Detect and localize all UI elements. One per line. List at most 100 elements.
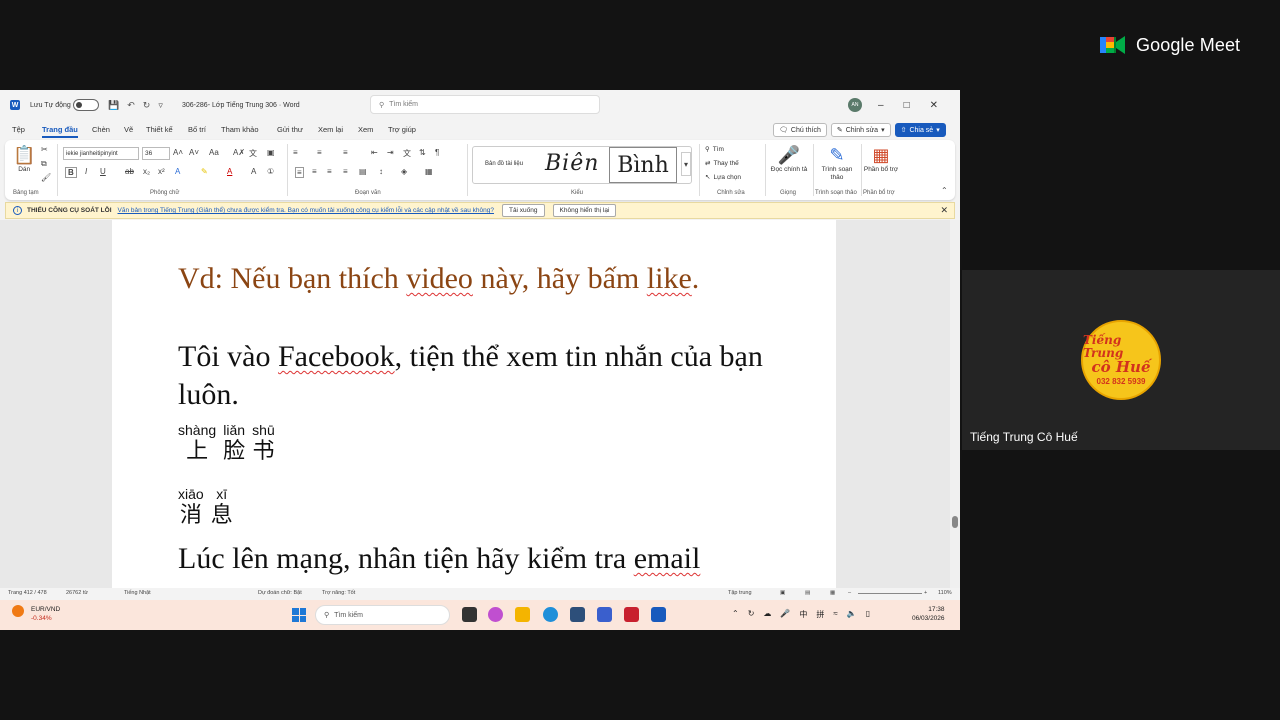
battery-icon[interactable]: ▯ [866, 609, 870, 620]
close-icon[interactable]: ✕ [930, 100, 938, 111]
tab-view[interactable]: Xem [358, 125, 373, 134]
collapse-ribbon-icon[interactable]: ⌃ [941, 186, 948, 195]
word-count[interactable]: 26762 từ [66, 590, 88, 596]
underline-icon[interactable]: U [100, 167, 106, 176]
windows-start-icon[interactable] [292, 608, 306, 622]
cut-icon[interactable]: ✂ [41, 145, 48, 154]
addins-button[interactable]: ▦ Phần bổ trợ [863, 144, 899, 174]
task-view-icon[interactable] [462, 607, 477, 622]
download-button[interactable]: Tải xuống [501, 204, 545, 217]
store-icon[interactable] [570, 607, 585, 622]
zoom-level[interactable]: 110% [938, 590, 952, 596]
dictate-button[interactable]: 🎤 Đọc chính tả [769, 144, 809, 174]
focus-mode-button[interactable]: Tập trung [728, 590, 752, 596]
minimize-icon[interactable]: – [878, 100, 884, 111]
bold-icon[interactable]: B [65, 167, 77, 178]
format-painter-icon[interactable]: 🖌 [41, 173, 51, 182]
comments-button[interactable]: 🗨 Chú thích [773, 123, 827, 137]
paste-button[interactable]: 📋 Dán [13, 144, 35, 174]
save-icon[interactable]: 💾 [108, 100, 119, 111]
zoom-in-icon[interactable]: + [924, 590, 927, 596]
wifi-icon[interactable]: ≈ [833, 609, 837, 620]
tab-mailings[interactable]: Gửi thư [277, 125, 303, 134]
copilot-icon[interactable] [488, 607, 503, 622]
editor-button[interactable]: ✎ Trình soạn thảo [817, 144, 857, 182]
zoom-slider[interactable] [858, 593, 922, 594]
font-size-select[interactable]: 36 [142, 147, 170, 160]
tab-layout[interactable]: Bố trí [188, 125, 206, 134]
read-mode-icon[interactable]: ▣ [780, 590, 785, 596]
align-right-icon[interactable]: ≡ [327, 167, 332, 176]
char-border-icon[interactable]: ▣ [267, 148, 275, 157]
volume-icon[interactable]: 🔈 [847, 609, 857, 620]
copy-icon[interactable]: ⧉ [41, 159, 47, 169]
word-taskbar-icon[interactable] [651, 607, 666, 622]
edge-icon[interactable] [543, 607, 558, 622]
microphone-icon[interactable]: 🎤 [780, 609, 790, 620]
shading-icon[interactable]: ◈ [401, 167, 407, 176]
undo-icon[interactable]: ↶ [127, 100, 135, 111]
print-layout-icon[interactable]: ▤ [805, 590, 810, 596]
accessibility-status[interactable]: Trợ năng: Tốt [322, 590, 355, 596]
style-heading[interactable]: Biên [545, 151, 599, 176]
sync-icon[interactable]: ↻ [748, 609, 755, 620]
increase-indent-icon[interactable]: ⇥ [387, 148, 394, 157]
vertical-scrollbar[interactable] [950, 220, 960, 588]
tab-references[interactable]: Tham khảo [221, 125, 259, 134]
page-count[interactable]: Trang 412 / 478 [8, 590, 47, 596]
user-avatar[interactable]: AN [848, 98, 862, 112]
taskbar-clock[interactable]: 17:38 06/03/2026 [912, 605, 945, 623]
share-button[interactable]: ⇧ Chia sẻ ▾ [894, 123, 946, 137]
find-button[interactable]: ⚲ Tìm [705, 145, 724, 154]
ime-mode[interactable]: 拼 [816, 609, 824, 620]
stock-widget-icon[interactable] [12, 605, 24, 617]
align-left-icon[interactable]: ≡ [295, 167, 304, 178]
word-search-box[interactable]: ⚲ Tìm kiếm [370, 95, 600, 114]
tab-insert[interactable]: Chèn [92, 125, 110, 134]
change-case-icon[interactable]: Aa [209, 148, 219, 157]
phonetic-guide-icon[interactable]: 文 [249, 148, 257, 159]
enclose-char-icon[interactable]: ① [267, 167, 274, 176]
tab-design[interactable]: Thiết kế [146, 125, 173, 134]
subscript-icon[interactable]: x₂ [143, 167, 150, 176]
tab-home[interactable]: Trang đầu [42, 125, 78, 138]
infobar-message[interactable]: Văn bản trong Tiếng Trung (Giản thể) chư… [118, 207, 494, 214]
tab-file[interactable]: Tệp [12, 125, 25, 134]
decrease-indent-icon[interactable]: ⇤ [371, 148, 378, 157]
shrink-font-icon[interactable]: A˅ [189, 148, 199, 157]
font-name-select[interactable]: iekie jianheitipinyint [63, 147, 139, 160]
align-center-icon[interactable]: ≡ [312, 167, 317, 176]
editing-mode-button[interactable]: ✎ Chỉnh sửa ▾ [830, 123, 891, 137]
onedrive-icon[interactable]: ☁ [763, 609, 771, 620]
chevron-up-icon[interactable]: ⌃ [732, 609, 739, 620]
taskbar-search[interactable]: ⚲ Tìm kiếm [315, 605, 450, 625]
language-status[interactable]: Tiếng Nhật [124, 590, 151, 596]
style-title[interactable]: Bình [609, 147, 677, 183]
line-spacing-icon[interactable]: ↕ [379, 167, 383, 176]
dont-show-again-button[interactable]: Không hiển thị lại [552, 204, 617, 217]
sort-icon[interactable]: ⇅ [419, 148, 426, 157]
superscript-icon[interactable]: x² [158, 167, 165, 176]
italic-icon[interactable]: I [85, 167, 87, 176]
pilcrow-icon[interactable]: ¶ [435, 148, 439, 157]
styles-gallery[interactable]: Bản đồ tài liệu Biên Bình [472, 146, 692, 184]
document-page[interactable]: Vd: Nếu bạn thích video này, hãy bấm lik… [112, 220, 836, 588]
style-normal[interactable]: Bản đồ tài liệu [485, 161, 523, 167]
tab-draw[interactable]: Vẽ [124, 125, 133, 134]
replace-button[interactable]: ⇄ Thay thế [705, 159, 739, 168]
tab-review[interactable]: Xem lại [318, 125, 343, 134]
multilevel-list-icon[interactable]: ≡ [343, 148, 348, 157]
file-explorer-icon[interactable] [515, 607, 530, 622]
font-color-icon[interactable]: A [227, 167, 232, 176]
text-effects-icon[interactable]: A [175, 167, 180, 176]
select-button[interactable]: ↖ Lựa chọn [705, 173, 741, 182]
maximize-icon[interactable]: □ [904, 100, 910, 111]
grow-font-icon[interactable]: A˄ [173, 148, 183, 157]
customize-icon[interactable]: ▿ [158, 100, 163, 111]
styles-more-icon[interactable]: ▾ [681, 152, 692, 176]
distributed-icon[interactable]: ▤ [359, 167, 367, 176]
strikethrough-icon[interactable]: ab [125, 167, 134, 176]
chinese-layout-icon[interactable]: 文 [403, 148, 411, 159]
tab-help[interactable]: Trợ giúp [388, 125, 416, 134]
close-icon[interactable]: ✕ [940, 205, 948, 216]
